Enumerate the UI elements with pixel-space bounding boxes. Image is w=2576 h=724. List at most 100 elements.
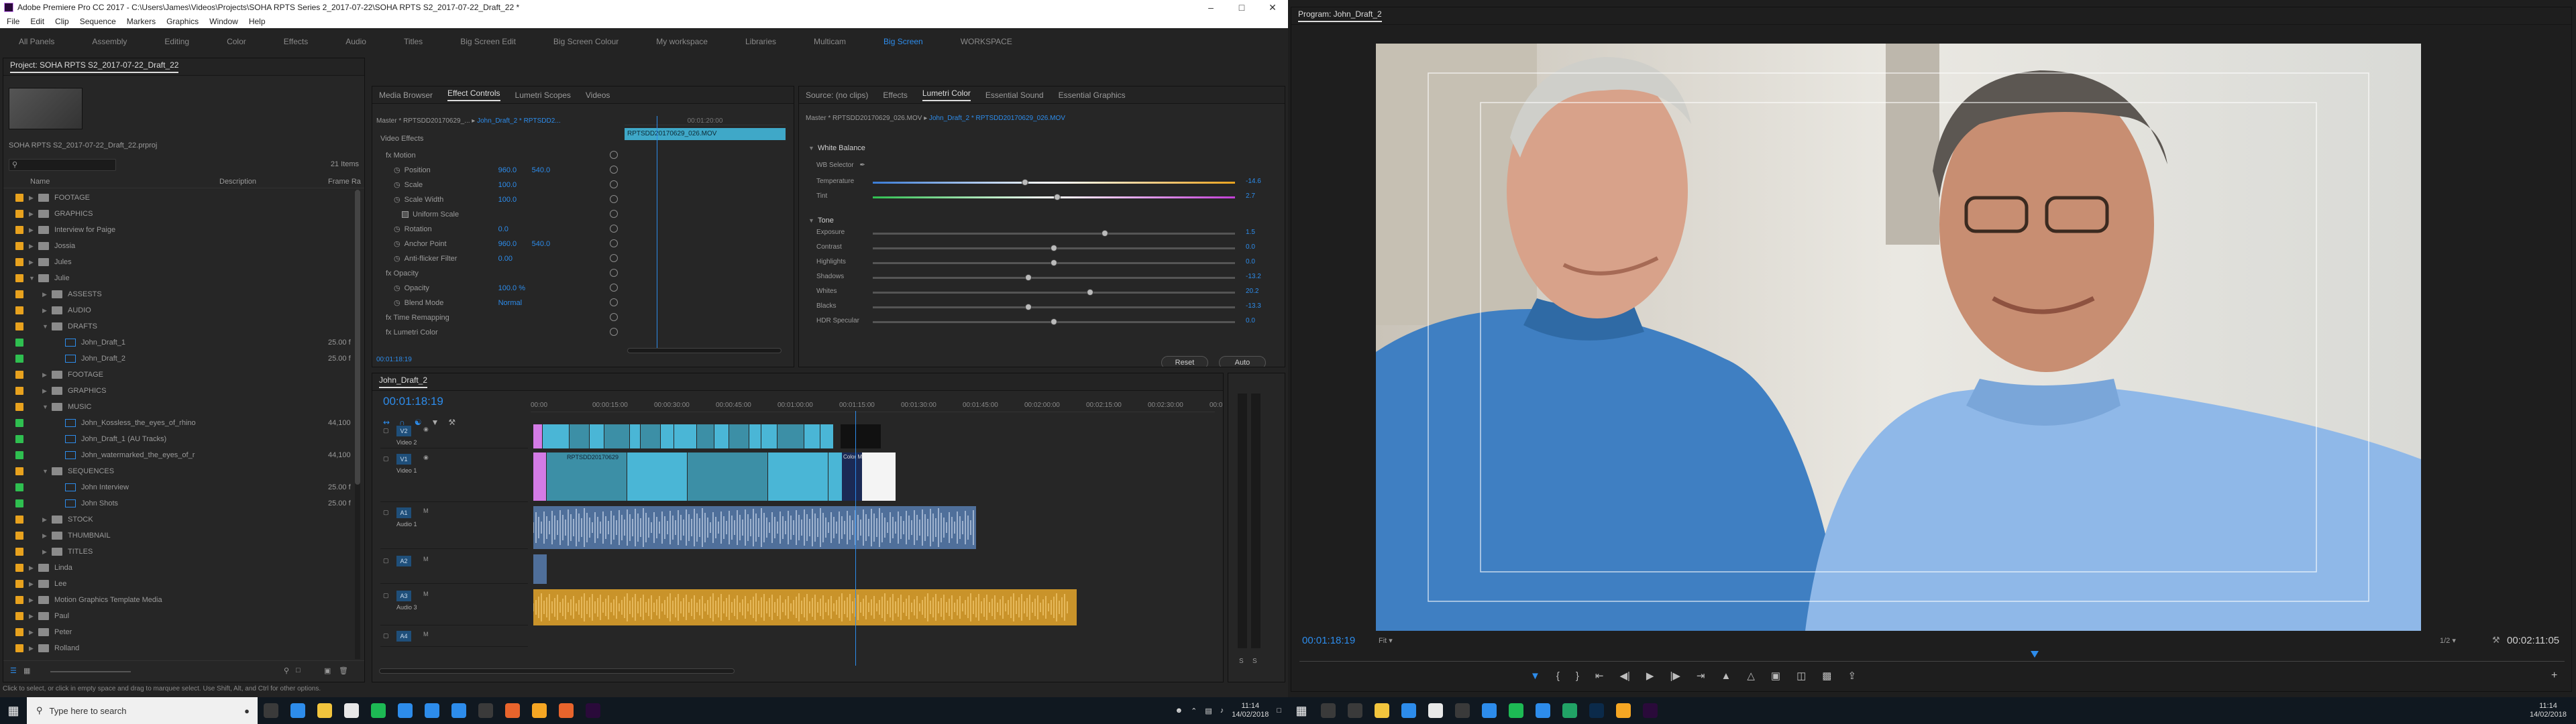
track-target[interactable]: A4 (396, 631, 411, 642)
disclosure-triangle-icon[interactable]: ▶ (29, 194, 38, 202)
terminal-icon[interactable] (472, 697, 499, 724)
disclosure-triangle-icon[interactable]: ▶ (42, 516, 52, 524)
color-matte-clip[interactable]: Color Matt (842, 452, 862, 501)
tab-program[interactable]: Program: John_Draft_2 (1298, 9, 1382, 22)
effect-row[interactable]: Uniform Scale (402, 207, 630, 221)
list-item[interactable]: ▶ Lee (3, 576, 352, 592)
checkbox[interactable] (402, 210, 409, 218)
col-name[interactable]: Name (30, 178, 50, 186)
list-item[interactable]: John Shots 25.00 f (3, 495, 352, 511)
list-item[interactable]: John_Draft_1 25.00 f (3, 335, 352, 351)
slider-value[interactable]: -13.2 (1246, 273, 1261, 280)
tab-lumetri-scopes[interactable]: Lumetri Scopes (515, 90, 571, 100)
mute-icon[interactable]: M (423, 507, 429, 514)
list-item[interactable]: ▶ GRAPHICS (3, 206, 352, 222)
list-item[interactable]: ▶ Jules (3, 254, 352, 270)
list-item[interactable]: John_Draft_2 25.00 f (3, 351, 352, 367)
effect-row[interactable]: ◷ Rotation 0.0 (394, 222, 622, 236)
reset-icon[interactable] (610, 151, 618, 159)
reset-icon[interactable] (610, 269, 618, 277)
tab-videos[interactable]: Videos (586, 90, 610, 100)
video-clip[interactable] (777, 424, 804, 448)
project-search-input[interactable]: ⚲ (9, 159, 116, 171)
workspace-big-screen-edit[interactable]: Big Screen Edit (441, 37, 535, 46)
disclosure-triangle-icon[interactable]: ▶ (42, 307, 52, 314)
photoshop-icon[interactable] (1583, 697, 1610, 724)
video-clip[interactable] (749, 424, 761, 448)
reset-icon[interactable] (610, 328, 618, 336)
list-item[interactable]: ▶ GRAPHICS (3, 383, 352, 399)
list-item[interactable]: ▼ SEQUENCES (3, 463, 352, 479)
reset-icon[interactable] (610, 313, 618, 321)
tab-effect-controls[interactable]: Effect Controls (447, 88, 500, 101)
program-playhead[interactable] (2031, 651, 2039, 658)
slider-value[interactable]: 2.7 (1246, 192, 1255, 200)
ie-icon[interactable] (1476, 697, 1503, 724)
mute-icon[interactable]: M (423, 591, 429, 597)
workspace-audio[interactable]: Audio (327, 37, 385, 46)
list-item[interactable]: ▼ DRAFTS (3, 318, 352, 335)
video-clip[interactable] (570, 424, 589, 448)
vlc-icon[interactable] (1610, 697, 1637, 724)
stopwatch-icon[interactable]: ◷ (394, 284, 400, 292)
stopwatch-icon[interactable]: ◷ (394, 225, 400, 233)
video-clip[interactable] (590, 424, 604, 448)
fit-dropdown[interactable]: Fit ▾ (1379, 636, 1393, 645)
word-icon[interactable] (392, 697, 419, 724)
workspace-big-screen[interactable]: Big Screen (865, 37, 942, 46)
disclosure-triangle-icon[interactable]: ▶ (29, 210, 38, 218)
workspace-titles[interactable]: Titles (385, 37, 441, 46)
network-icon[interactable]: ▤ (1205, 707, 1212, 715)
premiere-icon[interactable] (1637, 697, 1664, 724)
disclosure-triangle-icon[interactable]: ▶ (42, 371, 52, 379)
workspace-my-workspace[interactable]: My workspace (637, 37, 727, 46)
slider-handle[interactable] (1025, 304, 1032, 310)
store-icon[interactable] (1449, 697, 1476, 724)
effect-value-1[interactable]: 0.0 (498, 225, 532, 233)
list-item[interactable]: ▶ Motion Graphics Template Media (3, 592, 352, 608)
list-view-icon[interactable]: ☰ (10, 666, 17, 675)
mute-icon[interactable]: M (423, 556, 429, 562)
slider-temperature[interactable] (873, 179, 1235, 186)
slider-whites[interactable] (873, 289, 1235, 296)
new-bin-icon[interactable]: □ (296, 666, 301, 674)
list-item[interactable]: ▶ Linda (3, 560, 352, 576)
list-item[interactable]: ▼ Julie (3, 270, 352, 286)
program-scrubber[interactable] (1299, 655, 2565, 662)
effect-value-1[interactable]: Normal (498, 299, 532, 307)
col-frame-rate[interactable]: Frame Ra (328, 178, 361, 186)
video-clip[interactable] (820, 424, 833, 448)
file-explorer-icon[interactable] (311, 697, 338, 724)
effect-value-2[interactable]: 540.0 (532, 166, 551, 174)
disclosure-triangle-icon[interactable]: ▶ (29, 564, 38, 572)
music-clip[interactable] (533, 589, 1077, 625)
disclosure-triangle-icon[interactable]: ▶ (29, 227, 38, 234)
effect-row[interactable]: ◷ Opacity 100.0 % (394, 281, 622, 295)
menu-markers[interactable]: Markers (127, 17, 156, 26)
powerpoint-icon[interactable] (553, 697, 580, 724)
video-clip[interactable] (828, 452, 842, 501)
close-icon[interactable]: ✕ (1257, 0, 1288, 15)
solo-icon-2[interactable]: S (1252, 658, 1257, 665)
slider-handle[interactable] (1021, 179, 1028, 186)
track-lock-icon[interactable]: ▢ (383, 592, 389, 599)
timeline-playhead[interactable] (855, 411, 856, 666)
workspace-workspace[interactable]: WORKSPACE (942, 37, 1031, 46)
quality-dropdown[interactable]: 1/2 ▾ (2440, 636, 2456, 645)
slider-handle[interactable] (1051, 318, 1057, 325)
auto-button[interactable]: Auto (1219, 356, 1266, 367)
video-clip[interactable] (761, 424, 777, 448)
vr-icon[interactable]: ▩ (1822, 670, 1831, 682)
trash-icon[interactable]: 🗑 (339, 666, 348, 675)
video-clip[interactable]: RPTSDD20170629 (547, 452, 627, 501)
edge-icon[interactable] (1395, 697, 1422, 724)
wb-section[interactable]: ▼ White Balance (808, 144, 865, 152)
tab-lumetri-color[interactable]: Lumetri Color (922, 88, 971, 101)
wrench-icon[interactable]: ⚒ (2492, 635, 2500, 646)
disclosure-triangle-icon[interactable]: ▶ (42, 548, 52, 556)
workspace-effects[interactable]: Effects (265, 37, 327, 46)
minimize-icon[interactable]: – (1195, 0, 1226, 15)
slider-contrast[interactable] (873, 245, 1235, 251)
effect-row[interactable]: ◷ Position 960.0 540.0 (394, 163, 622, 177)
button-editor-icon[interactable]: + (2551, 670, 2557, 682)
